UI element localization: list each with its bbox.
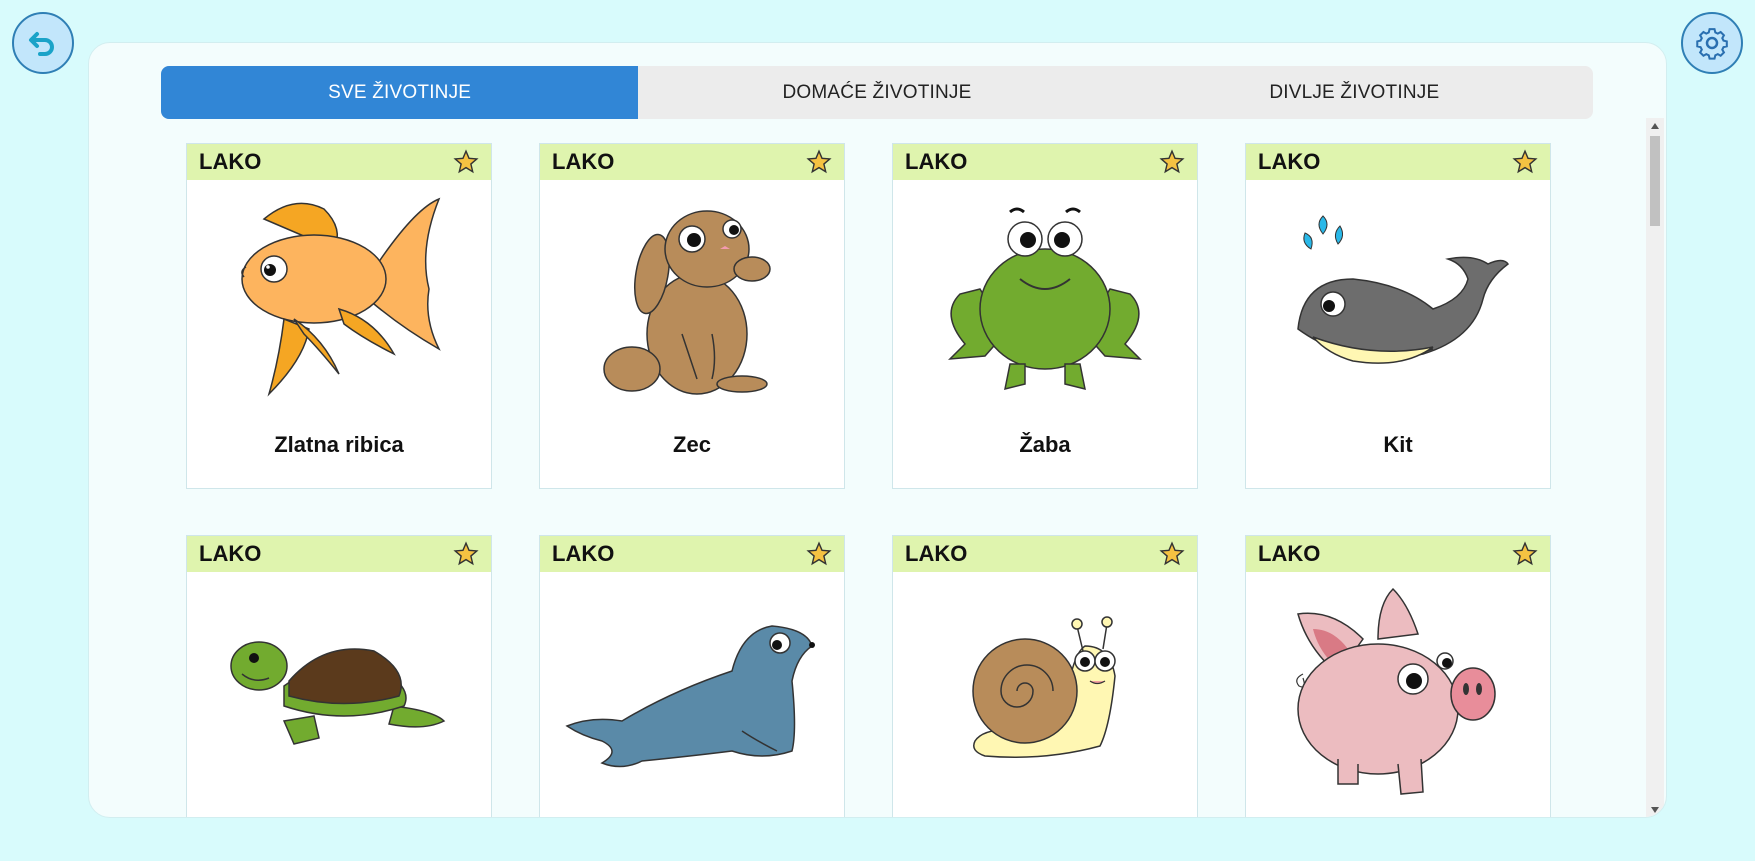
frog-illustration xyxy=(893,184,1197,414)
card-header: LAKO xyxy=(540,144,844,180)
animal-card-whale[interactable]: LAKO Kit xyxy=(1245,143,1551,489)
star-icon[interactable] xyxy=(1512,541,1538,567)
back-arrow-icon xyxy=(29,32,54,56)
card-header: LAKO xyxy=(1246,536,1550,572)
card-header: LAKO xyxy=(187,536,491,572)
scroll-thumb[interactable] xyxy=(1650,136,1660,226)
animal-grid: LAKO Zlatna ribica LAKO Zec LAKO Žaba LA… xyxy=(186,143,1551,817)
card-header: LAKO xyxy=(893,144,1197,180)
animal-name: Zlatna ribica xyxy=(274,432,404,457)
scroll-up-icon[interactable] xyxy=(1651,123,1659,129)
star-icon[interactable] xyxy=(1159,541,1185,567)
tab-all-animals[interactable]: SVE ŽIVOTINJE xyxy=(161,66,639,119)
star-icon[interactable] xyxy=(453,541,479,567)
star-icon[interactable] xyxy=(1512,149,1538,175)
back-button[interactable] xyxy=(12,12,74,74)
animal-card-turtle[interactable]: LAKO xyxy=(186,535,492,817)
difficulty-label: LAKO xyxy=(1258,541,1321,566)
card-header: LAKO xyxy=(1246,144,1550,180)
animal-card-frog[interactable]: LAKO Žaba xyxy=(892,143,1198,489)
difficulty-label: LAKO xyxy=(199,149,262,174)
settings-button[interactable] xyxy=(1681,12,1743,74)
card-header: LAKO xyxy=(540,536,844,572)
snail-illustration xyxy=(893,576,1197,806)
star-icon[interactable] xyxy=(806,541,832,567)
card-header: LAKO xyxy=(187,144,491,180)
pig-illustration xyxy=(1246,576,1550,806)
animal-card-goldfish[interactable]: LAKO Zlatna ribica xyxy=(186,143,492,489)
scroll-down-icon[interactable] xyxy=(1651,807,1659,813)
seal-illustration xyxy=(540,576,844,806)
difficulty-label: LAKO xyxy=(552,149,615,174)
category-tabs: SVE ŽIVOTINJE DOMAĆE ŽIVOTINJE DIVLJE ŽI… xyxy=(161,66,1593,119)
animal-card-pig[interactable]: LAKO xyxy=(1245,535,1551,817)
tab-domestic-animals[interactable]: DOMAĆE ŽIVOTINJE xyxy=(638,66,1115,119)
animal-name: Kit xyxy=(1383,432,1413,457)
difficulty-label: LAKO xyxy=(199,541,262,566)
gear-icon xyxy=(1696,28,1728,60)
difficulty-label: LAKO xyxy=(905,149,968,174)
star-icon[interactable] xyxy=(1159,149,1185,175)
difficulty-label: LAKO xyxy=(1258,149,1321,174)
animal-card-snail[interactable]: LAKO xyxy=(892,535,1198,817)
animal-name: Zec xyxy=(673,432,711,457)
whale-illustration xyxy=(1246,184,1550,414)
star-icon[interactable] xyxy=(806,149,832,175)
difficulty-label: LAKO xyxy=(905,541,968,566)
animal-card-seal[interactable]: LAKO xyxy=(539,535,845,817)
animal-name: Žaba xyxy=(1019,432,1071,457)
rabbit-illustration xyxy=(540,184,844,414)
scrollbar[interactable] xyxy=(1646,118,1664,817)
animal-panel: SVE ŽIVOTINJE DOMAĆE ŽIVOTINJE DIVLJE ŽI… xyxy=(88,42,1667,818)
card-header: LAKO xyxy=(893,536,1197,572)
star-icon[interactable] xyxy=(453,149,479,175)
tab-wild-animals[interactable]: DIVLJE ŽIVOTINJE xyxy=(1116,66,1593,119)
turtle-illustration xyxy=(187,576,491,806)
goldfish-illustration xyxy=(187,184,491,414)
animal-card-rabbit[interactable]: LAKO Zec xyxy=(539,143,845,489)
difficulty-label: LAKO xyxy=(552,541,615,566)
